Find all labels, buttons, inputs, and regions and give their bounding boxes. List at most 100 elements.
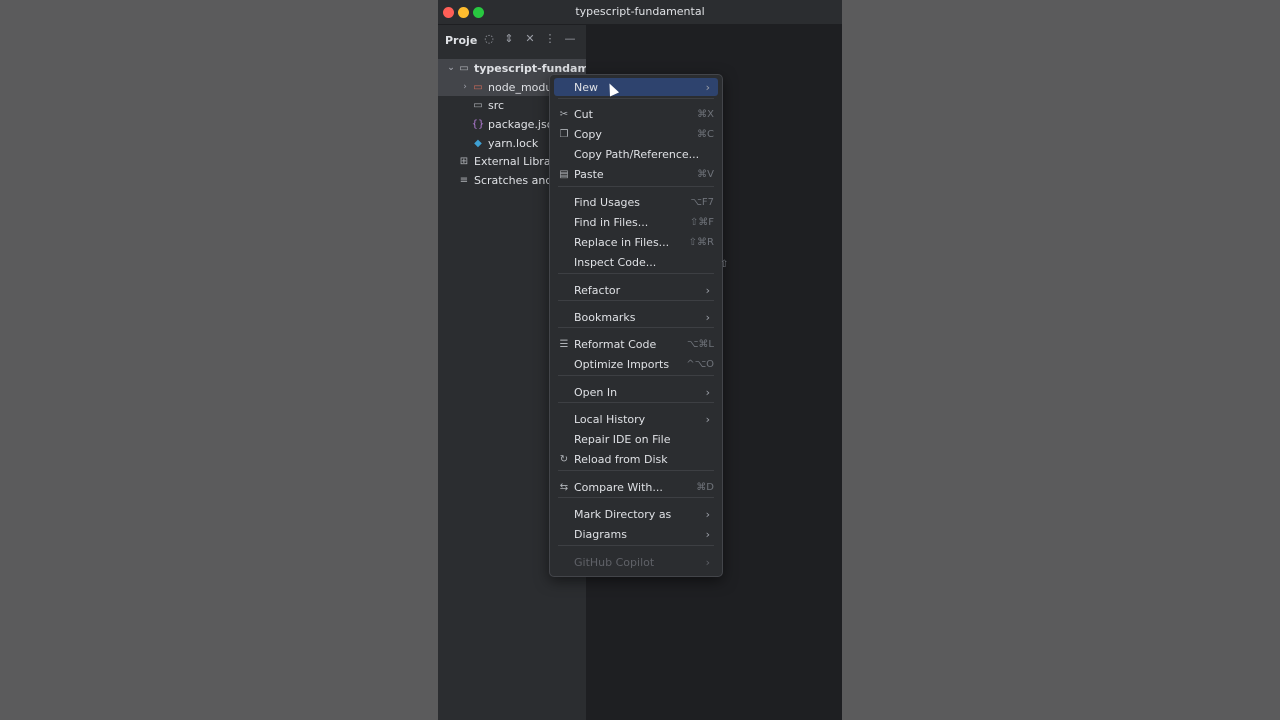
menu-item-label: Reload from Disk bbox=[574, 452, 668, 466]
menu-item-github-copilot: GitHub Copilot › bbox=[554, 553, 718, 571]
collapse-icon[interactable]: ✕ bbox=[523, 32, 537, 46]
paste-icon: ▤ bbox=[559, 168, 569, 180]
tree-item-label: yarn.lock bbox=[488, 136, 539, 150]
menu-item-mark-directory-as[interactable]: Mark Directory as › bbox=[554, 505, 718, 523]
more-icon[interactable]: ⋮ bbox=[543, 32, 557, 46]
reload-icon: ↻ bbox=[559, 453, 569, 465]
menu-item-shortcut: ⌘V bbox=[697, 168, 714, 180]
menu-separator bbox=[558, 402, 714, 403]
compare-icon: ⇆ bbox=[559, 481, 569, 493]
menu-item-label: Reformat Code bbox=[574, 337, 657, 351]
pin-icon: ⇧ bbox=[720, 259, 729, 270]
menu-item-label: Local History bbox=[574, 412, 646, 426]
window-title: typescript-fundamental bbox=[575, 5, 705, 18]
menu-item-refactor[interactable]: Refactor › bbox=[554, 281, 718, 299]
menu-item-shortcut: ⌘C bbox=[697, 128, 714, 140]
yarn-icon: ◆ bbox=[474, 137, 482, 149]
title-bar: typescript-fundamental bbox=[438, 0, 842, 25]
menu-item-paste[interactable]: ▤ Paste ⌘V bbox=[554, 165, 718, 183]
menu-separator bbox=[558, 186, 714, 187]
menu-item-label: Copy bbox=[574, 127, 602, 141]
menu-separator bbox=[558, 273, 714, 274]
expand-icon[interactable]: ⇕ bbox=[502, 32, 516, 46]
menu-item-shortcut: ⌘D bbox=[696, 481, 714, 493]
menu-item-shortcut: ^⌥O bbox=[686, 358, 714, 370]
menu-item-open-in[interactable]: Open In › bbox=[554, 383, 718, 401]
reformat-icon: ☰ bbox=[559, 338, 569, 350]
menu-item-inspect-code[interactable]: Inspect Code... bbox=[554, 253, 718, 271]
menu-item-label: Compare With... bbox=[574, 480, 663, 494]
menu-separator bbox=[558, 300, 714, 301]
menu-separator bbox=[558, 375, 714, 376]
target-icon[interactable]: ◌ bbox=[482, 32, 496, 46]
chevron-icon[interactable]: ⌄ bbox=[445, 63, 457, 73]
menu-item-label: Copy Path/Reference... bbox=[574, 147, 700, 161]
tree-item-label: Scratches and bbox=[474, 173, 553, 187]
menu-item-new[interactable]: New › bbox=[554, 78, 718, 96]
tree-item-label: src bbox=[488, 99, 505, 113]
menu-item-label: Inspect Code... bbox=[574, 255, 657, 269]
folder-red-icon: ▭ bbox=[473, 81, 483, 93]
tree-item-label: package.jso bbox=[488, 117, 554, 131]
menu-item-reload-from-disk[interactable]: ↻ Reload from Disk bbox=[554, 450, 718, 468]
menu-item-label: Paste bbox=[574, 167, 604, 181]
chevron-right-icon: › bbox=[705, 385, 710, 399]
menu-item-shortcut: ⌥F7 bbox=[690, 196, 714, 208]
menu-item-label: New bbox=[574, 80, 598, 94]
menu-item-label: Bookmarks bbox=[574, 310, 636, 324]
tree-item-label: node_modul bbox=[488, 80, 556, 94]
menu-item-label: Repair IDE on File bbox=[574, 432, 671, 446]
menu-item-compare-with[interactable]: ⇆ Compare With... ⌘D bbox=[554, 478, 718, 496]
menu-item-find-usages[interactable]: Find Usages ⌥F7 bbox=[554, 193, 718, 211]
menu-separator bbox=[558, 98, 714, 99]
menu-item-label: Mark Directory as bbox=[574, 507, 672, 521]
menu-item-shortcut: ⌥⌘L bbox=[686, 338, 714, 350]
library-icon: ⊞ bbox=[459, 156, 469, 168]
chevron-right-icon: › bbox=[705, 527, 710, 541]
menu-item-repair-ide-on-file[interactable]: Repair IDE on File bbox=[554, 430, 718, 448]
menu-separator bbox=[558, 497, 714, 498]
menu-item-label: Diagrams bbox=[574, 527, 627, 541]
menu-item-shortcut: ⌘X bbox=[697, 108, 714, 120]
folder-icon: ▭ bbox=[473, 100, 483, 112]
menu-item-label: Open In bbox=[574, 385, 618, 399]
scratch-icon: ≡ bbox=[459, 174, 469, 186]
tree-item-label: External Librari bbox=[474, 155, 559, 169]
menu-separator bbox=[558, 327, 714, 328]
context-menu: New › ✂ Cut ⌘X ❐ Copy ⌘C Copy Path/Reference... ▤… bbox=[549, 74, 723, 577]
menu-item-bookmarks[interactable]: Bookmarks › bbox=[554, 308, 718, 326]
menu-item-diagrams[interactable]: Diagrams › bbox=[554, 525, 718, 543]
menu-item-shortcut: ⇧⌘F bbox=[689, 216, 714, 228]
menu-item-optimize-imports[interactable]: Optimize Imports ^⌥O bbox=[554, 355, 718, 373]
menu-item-local-history[interactable]: Local History › bbox=[554, 410, 718, 428]
menu-separator bbox=[558, 470, 714, 471]
menu-item-label: Find in Files... bbox=[574, 215, 649, 229]
menu-item-label: Cut bbox=[574, 107, 593, 121]
chevron-right-icon: › bbox=[705, 555, 710, 569]
minimize-icon[interactable]: — bbox=[563, 32, 577, 46]
menu-item-label: GitHub Copilot bbox=[574, 555, 655, 569]
copy-icon: ❐ bbox=[559, 128, 569, 140]
chevron-right-icon: › bbox=[705, 283, 710, 297]
folder-icon: ▭ bbox=[459, 62, 469, 74]
menu-item-label: Find Usages bbox=[574, 195, 641, 209]
chevron-right-icon: › bbox=[705, 412, 710, 426]
chevron-right-icon: › bbox=[705, 310, 710, 324]
json-icon: {} bbox=[471, 118, 485, 130]
chevron-right-icon: › bbox=[705, 507, 710, 521]
menu-item-copy[interactable]: ❐ Copy ⌘C bbox=[554, 125, 718, 143]
project-panel-title[interactable]: Proje bbox=[445, 34, 477, 47]
menu-item-label: Optimize Imports bbox=[574, 357, 670, 371]
menu-item-label: Replace in Files... bbox=[574, 235, 670, 249]
menu-item-shortcut: ⇧⌘R bbox=[688, 236, 714, 248]
menu-item-find-in-files[interactable]: Find in Files... ⇧⌘F bbox=[554, 213, 718, 231]
menu-item-copy-path-reference[interactable]: Copy Path/Reference... bbox=[554, 145, 718, 163]
menu-separator bbox=[558, 545, 714, 546]
chevron-icon[interactable]: › bbox=[459, 82, 471, 92]
menu-item-cut[interactable]: ✂ Cut ⌘X bbox=[554, 105, 718, 123]
chevron-right-icon: › bbox=[705, 80, 710, 94]
menu-item-label: Refactor bbox=[574, 283, 621, 297]
menu-item-reformat-code[interactable]: ☰ Reformat Code ⌥⌘L bbox=[554, 335, 718, 353]
project-panel-header: Proje ◌ ⇕ ✕ ⋮ — bbox=[438, 25, 586, 55]
menu-item-replace-in-files[interactable]: Replace in Files... ⇧⌘R bbox=[554, 233, 718, 251]
